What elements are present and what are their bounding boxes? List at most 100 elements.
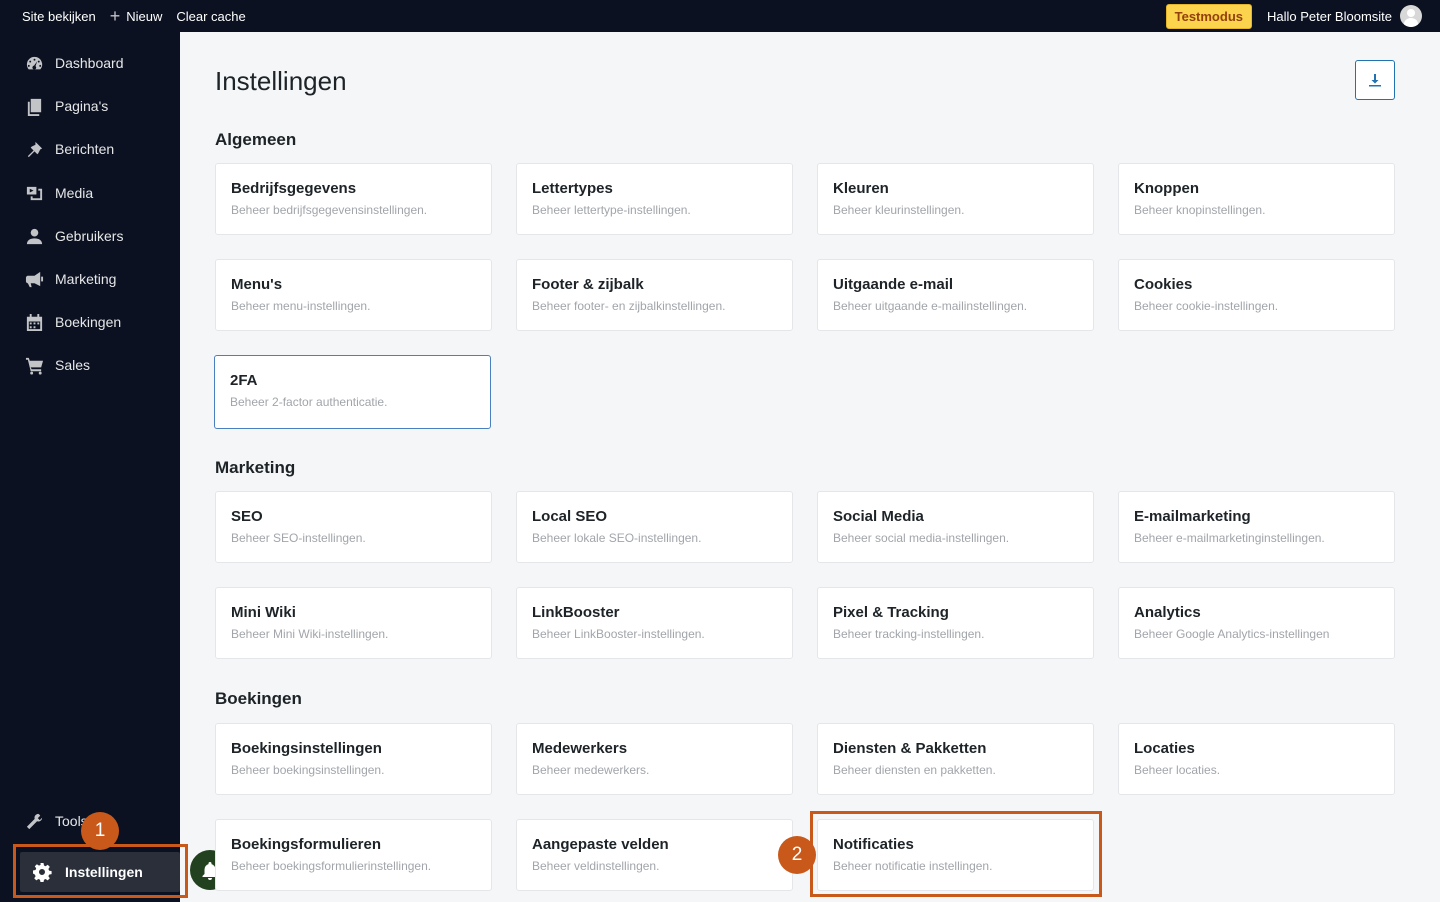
view-site-link[interactable]: Site bekijken <box>15 0 103 32</box>
cart-icon <box>24 355 44 375</box>
calendar-icon <box>24 312 44 332</box>
highlight-box-settings <box>13 844 188 898</box>
download-button[interactable] <box>1355 60 1395 100</box>
card-description: Beheer cookie-instellingen. <box>1134 299 1279 313</box>
card-title: Uitgaande e-mail <box>833 276 954 293</box>
card-description: Beheer locaties. <box>1134 763 1221 777</box>
settings-card-email-marketing[interactable]: E-mailmarketing Beheer e-mailmarketingin… <box>1118 491 1395 563</box>
settings-card-services-packages[interactable]: Diensten & Pakketten Beheer diensten en … <box>817 723 1094 795</box>
card-description: Beheer lokale SEO-instellingen. <box>532 531 702 545</box>
sidebar-item-users[interactable]: Gebruikers <box>0 216 180 256</box>
sidebar-item-dashboard[interactable]: Dashboard <box>0 43 180 83</box>
main-content: Instellingen Algemeen Bedrijfsgegevens B… <box>180 32 1440 902</box>
card-description: Beheer footer- en zijbalkinstellingen. <box>532 299 726 313</box>
card-description: Beheer lettertype-instellingen. <box>532 203 691 217</box>
sidebar-item-bookings[interactable]: Boekingen <box>0 302 180 342</box>
card-description: Beheer diensten en pakketten. <box>833 763 996 777</box>
card-description: Beheer knopinstellingen. <box>1134 203 1266 217</box>
card-title: Footer & zijbalk <box>532 276 644 293</box>
settings-card-company-details[interactable]: Bedrijfsgegevens Beheer bedrijfsgegevens… <box>215 163 492 235</box>
wrench-icon <box>24 811 44 831</box>
card-description: Beheer boekingsformulierinstellingen. <box>231 859 432 873</box>
settings-card-fonts[interactable]: Lettertypes Beheer lettertype-instelling… <box>516 163 793 235</box>
new-label: Nieuw <box>126 8 163 24</box>
admin-top-bar: Site bekijken + Nieuw Clear cache Testmo… <box>0 0 1440 32</box>
card-title: LinkBooster <box>532 604 620 621</box>
card-title: E-mailmarketing <box>1134 508 1251 525</box>
sidebar: Dashboard Pagina's Berichten Media Gebru… <box>0 32 180 902</box>
plus-icon: + <box>109 6 121 26</box>
page-title: Instellingen <box>215 66 347 96</box>
settings-card-seo[interactable]: SEO Beheer SEO-instellingen. <box>215 491 492 563</box>
clear-cache-link[interactable]: Clear cache <box>169 0 252 32</box>
card-description: Beheer LinkBooster-instellingen. <box>532 627 705 641</box>
settings-card-analytics[interactable]: Analytics Beheer Google Analytics-instel… <box>1118 587 1395 659</box>
settings-card-booking-forms[interactable]: Boekingsformulieren Beheer boekingsformu… <box>215 819 492 891</box>
sidebar-item-label: Media <box>55 185 94 201</box>
card-description: Beheer Google Analytics-instellingen <box>1134 627 1330 641</box>
sidebar-item-marketing[interactable]: Marketing <box>0 259 180 299</box>
card-description: Beheer social media-instellingen. <box>833 531 1010 545</box>
sidebar-item-sales[interactable]: Sales <box>0 345 180 385</box>
card-title: Locaties <box>1134 740 1195 757</box>
settings-card-footer-sidebar[interactable]: Footer & zijbalk Beheer footer- en zijba… <box>516 259 793 331</box>
avatar[interactable] <box>1400 5 1422 27</box>
card-description: Beheer e-mailmarketinginstellingen. <box>1134 531 1325 545</box>
card-description: Beheer kleurinstellingen. <box>833 203 965 217</box>
card-title: SEO <box>231 508 263 525</box>
card-title: Analytics <box>1134 604 1201 621</box>
settings-card-outgoing-email[interactable]: Uitgaande e-mail Beheer uitgaande e-mail… <box>817 259 1094 331</box>
card-description: Beheer bedrijfsgegevensinstellingen. <box>231 203 428 217</box>
settings-card-locations[interactable]: Locaties Beheer locaties. <box>1118 723 1395 795</box>
settings-card-buttons[interactable]: Knoppen Beheer knopinstellingen. <box>1118 163 1395 235</box>
settings-card-mini-wiki[interactable]: Mini Wiki Beheer Mini Wiki-instellingen. <box>215 587 492 659</box>
megaphone-icon <box>24 269 44 289</box>
card-title: Menu's <box>231 276 283 293</box>
sidebar-item-posts[interactable]: Berichten <box>0 129 180 169</box>
pages-icon <box>24 96 44 116</box>
card-title: Social Media <box>833 508 924 525</box>
card-title: Medewerkers <box>532 740 628 757</box>
settings-card-linkbooster[interactable]: LinkBooster Beheer LinkBooster-instellin… <box>516 587 793 659</box>
card-description: Beheer tracking-instellingen. <box>833 627 985 641</box>
user-greeting[interactable]: Hallo Peter Bloomsite <box>1267 9 1392 24</box>
card-description: Beheer boekingsinstellingen. <box>231 763 385 777</box>
sidebar-item-media[interactable]: Media <box>0 173 180 213</box>
sidebar-item-label: Sales <box>55 357 91 373</box>
settings-card-menus[interactable]: Menu's Beheer menu-instellingen. <box>215 259 492 331</box>
card-title: Diensten & Pakketten <box>833 740 987 757</box>
card-title: Kleuren <box>833 180 889 197</box>
sidebar-item-label: Berichten <box>55 141 115 157</box>
test-mode-badge[interactable]: Testmodus <box>1165 3 1252 29</box>
sidebar-item-label: Dashboard <box>55 55 124 71</box>
sidebar-item-label: Boekingen <box>55 314 122 330</box>
card-title: Local SEO <box>532 508 608 525</box>
settings-card-colors[interactable]: Kleuren Beheer kleurinstellingen. <box>817 163 1094 235</box>
settings-card-pixel-tracking[interactable]: Pixel & Tracking Beheer tracking-instell… <box>817 587 1094 659</box>
sidebar-item-label: Marketing <box>55 271 117 287</box>
card-title: Cookies <box>1134 276 1193 293</box>
card-title: Boekingsinstellingen <box>231 740 382 757</box>
card-title: 2FA <box>230 372 258 389</box>
sidebar-item-pages[interactable]: Pagina's <box>0 86 180 126</box>
settings-card-employees[interactable]: Medewerkers Beheer medewerkers. <box>516 723 793 795</box>
settings-card-social-media[interactable]: Social Media Beheer social media-instell… <box>817 491 1094 563</box>
settings-card-cookies[interactable]: Cookies Beheer cookie-instellingen. <box>1118 259 1395 331</box>
card-description: Beheer veldinstellingen. <box>532 859 660 873</box>
step-marker-2: 2 <box>778 836 816 874</box>
new-menu[interactable]: + Nieuw <box>103 0 170 32</box>
settings-card-2fa[interactable]: 2FA Beheer 2-factor authenticatie. <box>214 355 491 429</box>
card-description: Beheer medewerkers. <box>532 763 650 777</box>
card-title: Bedrijfsgegevens <box>231 180 357 197</box>
card-title: Boekingsformulieren <box>231 836 382 853</box>
settings-card-booking-settings[interactable]: Boekingsinstellingen Beheer boekingsinst… <box>215 723 492 795</box>
card-title: Mini Wiki <box>231 604 296 621</box>
settings-card-custom-fields[interactable]: Aangepaste velden Beheer veldinstellinge… <box>516 819 793 891</box>
settings-card-local-seo[interactable]: Local SEO Beheer lokale SEO-instellingen… <box>516 491 793 563</box>
media-icon <box>24 183 44 203</box>
pin-icon <box>24 139 44 159</box>
download-icon <box>1369 74 1381 87</box>
card-description: Beheer uitgaande e-mailinstellingen. <box>833 299 1028 313</box>
card-description: Beheer 2-factor authenticatie. <box>230 395 388 409</box>
section-title-bookings: Boekingen <box>215 689 302 708</box>
